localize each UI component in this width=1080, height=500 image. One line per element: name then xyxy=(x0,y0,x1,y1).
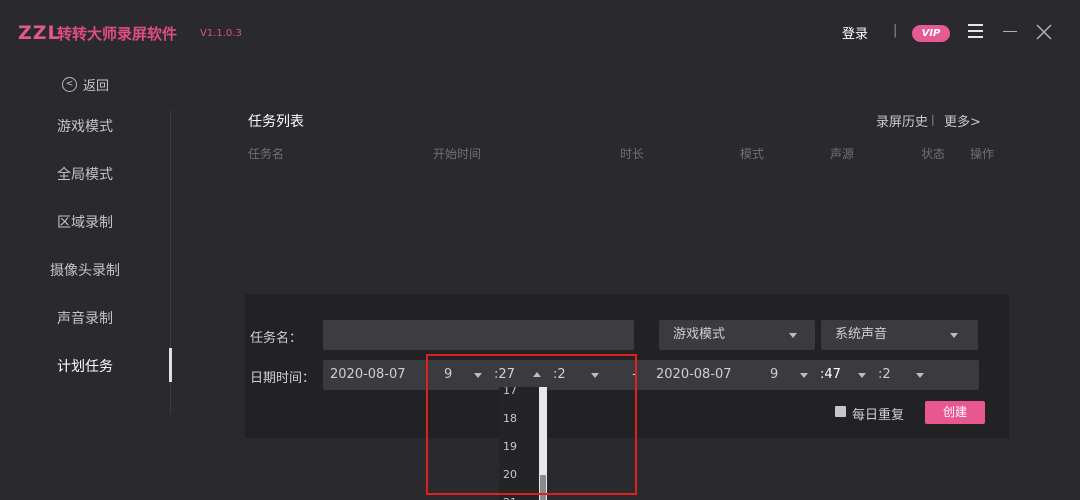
minimize-icon[interactable] xyxy=(1003,31,1017,32)
task-list-title: 任务列表 xyxy=(248,114,304,130)
end-second-select[interactable]: :2 xyxy=(878,367,891,382)
mode-select[interactable]: 游戏模式 xyxy=(659,320,815,350)
column-header-actions: 操作 xyxy=(970,147,995,161)
audio-select-value: 系统声音 xyxy=(835,327,888,342)
app-version: V1.1.0.3 xyxy=(200,28,242,39)
start-hour-select[interactable]: 9 xyxy=(444,367,452,382)
end-minute-select[interactable]: :47 xyxy=(820,367,841,382)
back-label: 返回 xyxy=(83,79,110,94)
dropdown-option[interactable]: 21 xyxy=(503,496,517,500)
audio-source-select[interactable]: 系统声音 xyxy=(821,320,978,350)
start-minute-select[interactable]: :27 xyxy=(494,367,515,382)
sidebar-item-scheduled-task[interactable]: 计划任务 xyxy=(0,356,170,376)
login-button[interactable]: 登录 xyxy=(842,23,868,42)
title-separator: | xyxy=(893,23,898,38)
chevron-down-icon xyxy=(789,333,797,338)
app-logo: ZZL xyxy=(18,22,61,44)
menu-icon[interactable] xyxy=(968,24,984,39)
vip-badge[interactable]: VIP xyxy=(912,25,950,42)
start-second-select[interactable]: :2 xyxy=(553,367,566,382)
back-arrow-icon: < xyxy=(62,77,77,92)
daily-repeat-label: 每日重复 xyxy=(852,408,905,423)
datetime-label: 日期时间： xyxy=(250,371,316,386)
mode-select-value: 游戏模式 xyxy=(673,327,726,342)
link-separator: | xyxy=(931,113,935,126)
sidebar-item-audio-record[interactable]: 声音录制 xyxy=(0,308,170,328)
chevron-down-icon[interactable] xyxy=(858,373,866,378)
dropdown-option[interactable]: 17 xyxy=(503,387,517,397)
end-hour-select[interactable]: 9 xyxy=(770,367,778,382)
sidebar-item-region-record[interactable]: 区域录制 xyxy=(0,212,170,232)
dropdown-scrollbar-thumb[interactable] xyxy=(540,475,546,500)
chevron-down-icon[interactable] xyxy=(591,373,599,378)
task-name-label: 任务名： xyxy=(250,331,303,346)
chevron-down-icon xyxy=(950,333,958,338)
sidebar-item-global-mode[interactable]: 全局模式 xyxy=(0,164,170,184)
daily-repeat-checkbox[interactable] xyxy=(835,406,846,417)
sidebar-item-camera-record[interactable]: 摄像头录制 xyxy=(0,260,170,280)
close-icon[interactable] xyxy=(1034,22,1054,42)
chevron-down-icon[interactable] xyxy=(916,373,924,378)
column-header-audio-source: 声源 xyxy=(830,147,855,161)
start-date-field[interactable]: 2020-08-07 xyxy=(330,367,406,382)
task-name-input[interactable] xyxy=(323,320,634,350)
chevron-down-icon[interactable] xyxy=(474,373,482,378)
chevron-down-icon[interactable] xyxy=(800,373,808,378)
dropdown-option[interactable]: 18 xyxy=(503,412,517,425)
sidebar-item-game-mode[interactable]: 游戏模式 xyxy=(0,116,170,136)
column-header-start-time: 开始时间 xyxy=(433,147,482,161)
back-button[interactable]: < 返回 xyxy=(62,75,109,94)
end-date-field[interactable]: 2020-08-07 xyxy=(656,367,732,382)
column-header-duration: 时长 xyxy=(620,147,645,161)
column-header-task-name: 任务名 xyxy=(248,147,285,161)
column-header-status: 状态 xyxy=(921,147,946,161)
column-header-mode: 模式 xyxy=(740,147,765,161)
chevron-up-icon[interactable] xyxy=(533,372,541,377)
range-separator: - xyxy=(632,367,637,382)
dropdown-option[interactable]: 20 xyxy=(503,468,517,481)
dropdown-option[interactable]: 19 xyxy=(503,440,517,453)
app-title: 转转大师录屏软件 xyxy=(57,25,178,43)
record-history-link[interactable]: 录屏历史 xyxy=(876,111,928,130)
active-indicator xyxy=(169,348,172,382)
more-link[interactable]: 更多> xyxy=(944,111,981,130)
create-button[interactable]: 创建 xyxy=(925,401,985,424)
